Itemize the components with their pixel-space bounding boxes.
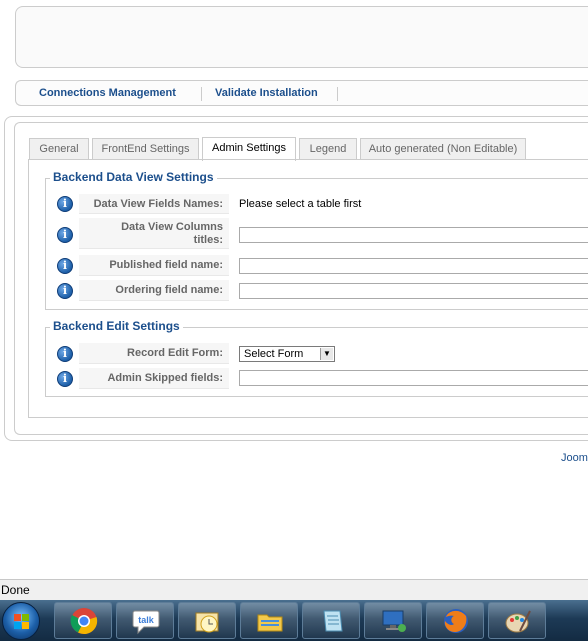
published-field-name-input[interactable] xyxy=(239,258,588,274)
taskbar-paint[interactable] xyxy=(488,602,546,639)
fieldset-legend: Backend Edit Settings xyxy=(50,319,183,333)
firefox-icon xyxy=(444,609,468,633)
field-value-text: Please select a table first xyxy=(239,198,362,210)
info-icon[interactable]: i xyxy=(57,371,73,387)
windows-taskbar: talk xyxy=(0,600,588,641)
chevron-down-icon[interactable]: ▼ xyxy=(320,348,333,360)
paint-icon xyxy=(505,610,531,633)
nav-separator xyxy=(201,87,202,101)
field-label: Admin Skipped fields: xyxy=(79,368,229,389)
tab-auto-generated[interactable]: Auto generated (Non Editable) xyxy=(360,138,526,160)
taskbar-firefox[interactable] xyxy=(426,602,484,639)
field-label: Data View Columns titles: xyxy=(79,218,229,249)
ordering-field-name-input[interactable] xyxy=(239,283,588,299)
tab-legend[interactable]: Legend xyxy=(299,138,357,160)
taskbar-remote-desktop[interactable] xyxy=(364,602,422,639)
info-icon[interactable]: i xyxy=(57,196,73,212)
info-icon[interactable]: i xyxy=(57,227,73,243)
info-icon[interactable]: i xyxy=(57,346,73,362)
info-icon[interactable]: i xyxy=(57,283,73,299)
gtalk-icon: talk xyxy=(132,610,160,635)
chrome-icon xyxy=(70,608,98,635)
taskbar-gtalk[interactable]: talk xyxy=(116,602,174,639)
outlook-calendar-icon xyxy=(195,612,219,633)
data-view-columns-titles-input[interactable] xyxy=(239,227,588,243)
folder-icon xyxy=(257,614,283,632)
svg-text:talk: talk xyxy=(138,615,155,625)
tab-admin-settings[interactable]: Admin Settings xyxy=(202,137,296,161)
taskbar-explorer[interactable] xyxy=(240,602,298,639)
field-label: Record Edit Form: xyxy=(79,343,229,364)
field-label: Data View Fields Names: xyxy=(79,194,229,214)
taskbar-notepad[interactable] xyxy=(302,602,360,639)
header-panel xyxy=(15,6,588,68)
field-label-line: Data View Columns xyxy=(121,221,223,233)
admin-skipped-fields-input[interactable] xyxy=(239,370,588,386)
fieldset-legend: Backend Data View Settings xyxy=(50,170,217,184)
select-value: Select Form xyxy=(244,348,304,360)
notepad-icon xyxy=(323,610,343,632)
field-label: Ordering field name: xyxy=(79,280,229,301)
browser-status-bar: Done xyxy=(0,579,588,600)
taskbar-calendar[interactable] xyxy=(178,602,236,639)
status-text: Done xyxy=(1,583,30,597)
page: Connections Management Validate Installa… xyxy=(0,0,588,641)
start-button[interactable] xyxy=(2,602,40,640)
taskbar-chrome[interactable] xyxy=(54,602,112,639)
admin-nav-bar: Connections Management Validate Installa… xyxy=(15,80,588,106)
field-label-line: titles: xyxy=(193,234,223,246)
info-icon[interactable]: i xyxy=(57,258,73,274)
tab-general[interactable]: General xyxy=(29,138,89,160)
windows-logo-icon xyxy=(14,614,30,630)
field-label: Published field name: xyxy=(79,255,229,276)
nav-link-validate-installation[interactable]: Validate Installation xyxy=(215,87,318,99)
tab-frontend-settings[interactable]: FrontEnd Settings xyxy=(92,138,199,160)
nav-separator xyxy=(337,87,338,101)
record-edit-form-select[interactable]: Select Form ▼ xyxy=(239,346,335,362)
remote-desktop-icon xyxy=(382,610,406,632)
footer-joomla-link[interactable]: Jooml xyxy=(561,452,588,464)
nav-link-connections-management[interactable]: Connections Management xyxy=(39,87,176,99)
